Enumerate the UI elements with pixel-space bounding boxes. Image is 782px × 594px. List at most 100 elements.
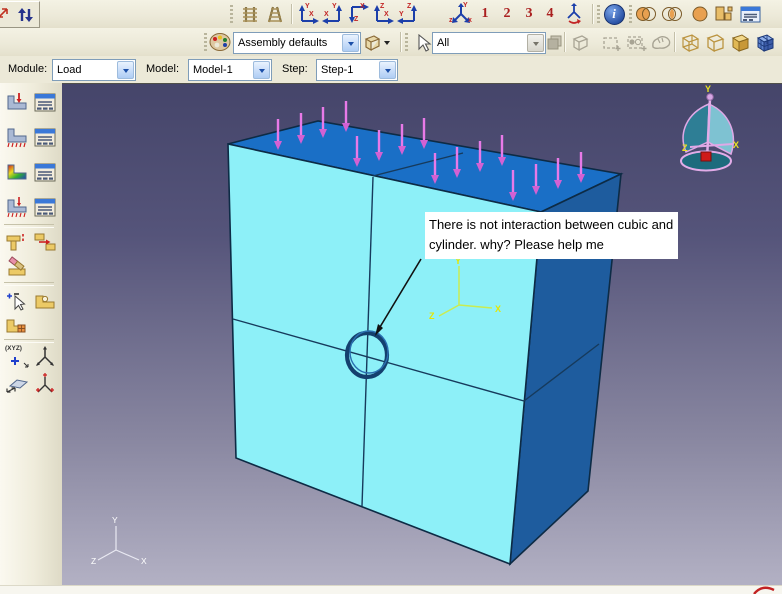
toolbar-grip[interactable] [204, 33, 207, 51]
toolbar-grip[interactable] [405, 33, 408, 51]
display-group-create-button[interactable] [712, 2, 736, 26]
chevron-down-icon[interactable] [379, 61, 396, 79]
render-hiddenline-button[interactable] [703, 30, 727, 54]
toolbar-grip[interactable] [230, 5, 233, 23]
pan-hand-button[interactable] [649, 30, 673, 54]
swap-vertical-icon [16, 6, 34, 24]
wire-cube-icon [362, 33, 382, 51]
datum-axis-button[interactable] [32, 345, 58, 369]
datum-plane-button[interactable] [4, 372, 30, 396]
view-preset-1-button[interactable]: 1 [473, 2, 497, 26]
origin-z-label: Z [91, 556, 96, 566]
view-compass[interactable]: Y X Z [681, 84, 739, 171]
color-code-value: Assembly defaults [238, 37, 327, 49]
resize-view-button[interactable] [0, 3, 13, 27]
toolbar-separator [564, 32, 565, 52]
create-bc-icon [5, 126, 29, 148]
view-preset-label: 3 [526, 6, 533, 22]
chevron-down-icon[interactable] [342, 34, 359, 52]
edit-mesh-button[interactable] [4, 255, 30, 279]
display-group-all-button[interactable] [688, 2, 712, 26]
query-toggle-button[interactable] [4, 289, 30, 313]
wireframe-cube-icon [679, 32, 701, 52]
shaded-cube-icon [729, 32, 751, 52]
create-load-button[interactable] [4, 90, 30, 114]
zoom-box-button[interactable] [600, 30, 624, 54]
render-wireframe-button[interactable] [678, 30, 702, 54]
save-view-button[interactable] [562, 2, 586, 26]
axis-letter: Y [463, 2, 468, 9]
edit-display-group-button[interactable] [568, 30, 592, 54]
hand-icon [650, 33, 672, 51]
step-combobox[interactable]: Step-1 [316, 59, 398, 81]
view-back-button[interactable]: X Y [321, 2, 345, 26]
render-shaded-button[interactable] [728, 30, 752, 54]
load-manager-button[interactable] [32, 90, 58, 114]
toolbar-row-1: Y X X Y X Z Z X Z Y [0, 0, 782, 29]
axis-letter: z [449, 17, 453, 24]
chevron-down-icon[interactable] [527, 34, 544, 52]
translate-instance-button[interactable] [32, 230, 58, 254]
view-iso-button[interactable]: Y z x [449, 2, 473, 26]
create-field-icon [5, 161, 29, 183]
model-value: Model-1 [193, 64, 233, 76]
viewport-canvas[interactable]: Y X Z Y X Z Y X Z There is not interacti… [62, 83, 782, 586]
cube-front-face[interactable] [228, 144, 541, 564]
datum-point-button[interactable]: (XYZ) [4, 345, 30, 369]
view-preset-4-button[interactable]: 4 [538, 2, 562, 26]
module-combobox[interactable]: Load [52, 59, 136, 81]
view-top-button[interactable]: X Z [346, 2, 370, 26]
toolbar-separator [400, 32, 401, 52]
module-label: Module: [8, 63, 47, 75]
compass-x-label: X [733, 140, 739, 150]
display-group-replace-button[interactable] [634, 2, 658, 26]
view-bottom-button[interactable]: Z X [371, 2, 395, 26]
view-front-button[interactable]: Y X [296, 2, 320, 26]
csys-triad-icon [33, 372, 57, 396]
datum-x-label: X [495, 304, 501, 314]
load-case-manager-button[interactable] [32, 195, 58, 219]
palette-icon [209, 32, 231, 52]
chevron-down-icon[interactable] [253, 61, 270, 79]
color-code-button[interactable] [208, 30, 232, 54]
probe-values-button[interactable] [625, 30, 649, 54]
color-target-button[interactable] [358, 30, 394, 54]
axis-letter: X [384, 11, 389, 18]
model-view: Y X Z Y X Z Y X Z [62, 84, 782, 586]
bc-manager-button[interactable] [32, 125, 58, 149]
partition-cell-button[interactable] [4, 314, 30, 338]
render-mesh-button[interactable] [753, 30, 777, 54]
color-code-combobox[interactable]: Assembly defaults [233, 32, 361, 54]
step-value: Step-1 [321, 64, 353, 76]
axis-letter: Z [354, 16, 358, 23]
query-info-button[interactable]: i [602, 2, 626, 26]
create-fastener-button[interactable] [4, 230, 30, 254]
view-preset-label: 2 [504, 6, 511, 22]
datum-csys-button[interactable] [32, 372, 58, 396]
toolbar-grip[interactable] [629, 5, 632, 23]
create-predefined-field-button[interactable] [4, 160, 30, 184]
origin-x-label: X [141, 556, 147, 566]
axis-letter: Y [332, 3, 337, 10]
create-load-icon [5, 91, 29, 113]
display-group-manager-button[interactable] [738, 2, 762, 26]
predefined-field-manager-button[interactable] [32, 160, 58, 184]
axis-letter: Z [407, 3, 411, 10]
view-left-button[interactable]: Z Y [396, 2, 420, 26]
circles-plus-icon [626, 33, 648, 52]
annotation-box[interactable]: There is not interaction between cubic a… [425, 212, 678, 259]
module-toolbox: (XYZ) [0, 83, 63, 585]
swap-views-button[interactable] [13, 3, 37, 27]
view-preset-2-button[interactable]: 2 [495, 2, 519, 26]
attach-points-button[interactable] [32, 289, 58, 313]
display-group-intersect-button[interactable] [660, 2, 684, 26]
model-combobox[interactable]: Model-1 [188, 59, 272, 81]
toolbar-grip[interactable] [597, 5, 600, 23]
render-beams-3d-button[interactable] [263, 2, 287, 26]
create-load-case-button[interactable] [4, 195, 30, 219]
render-beams-button[interactable] [238, 2, 262, 26]
info-glyph: i [612, 6, 616, 22]
create-boundary-condition-button[interactable] [4, 125, 30, 149]
selection-filter-combobox[interactable]: All [432, 32, 546, 54]
chevron-down-icon[interactable] [117, 61, 134, 79]
